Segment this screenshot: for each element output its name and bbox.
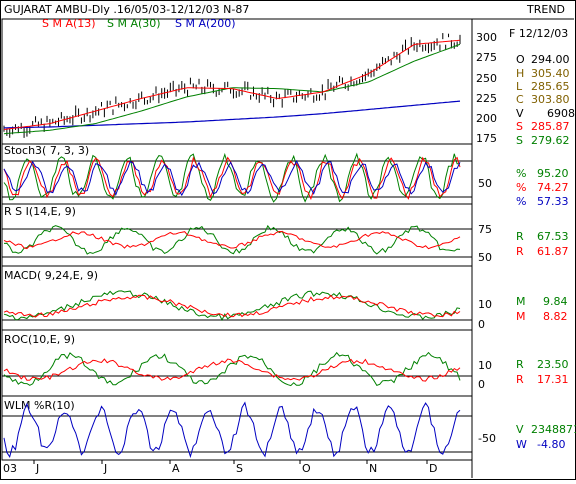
chart-canvas: GUJARAT AMBU-Dly .16/05/03-12/12/03 N-87… [0, 0, 576, 480]
roc-signal-line [3, 358, 461, 382]
xtick-label: O [302, 462, 311, 475]
roc-signal-value: 17.31 [537, 373, 569, 386]
xtick-label: 03 [3, 462, 17, 475]
rsi-value: 67.53 [537, 230, 569, 243]
readout-key-sma30: S [516, 134, 523, 147]
technical-chart: GUJARAT AMBU-Dly .16/05/03-12/12/03 N-87… [0, 0, 576, 480]
macd-ytick: 0 [478, 318, 485, 331]
price-ytick: 250 [476, 72, 497, 85]
xtick-label: J [103, 462, 107, 475]
xtick-label: J [35, 462, 39, 475]
rsi-title: R S I(14,E, 9) [4, 205, 76, 218]
macd-title: MACD( 9,24,E, 9) [4, 269, 98, 282]
wlm-title: WLM %R(10) [4, 399, 75, 412]
stoch-title: Stoch3( 7, 3, 3) [4, 144, 89, 157]
stoch-slow-line [3, 159, 461, 197]
legend-sma200: S M A(200) [175, 17, 236, 30]
price-ytick: 200 [476, 112, 497, 125]
stoch-key-slow: % [516, 195, 526, 208]
roc-key: R [516, 358, 524, 371]
roc-ytick: 0 [478, 378, 485, 391]
readout-close: 303.80 [531, 93, 570, 106]
rsi-line [3, 224, 461, 255]
stoch-key-d: % [516, 181, 526, 194]
price-ytick: 225 [476, 92, 497, 105]
price-ytick: 300 [476, 31, 497, 44]
stoch-value-d: 74.27 [537, 181, 569, 194]
trend-label: TREND [526, 3, 565, 16]
legend-sma30: S M A(30) [107, 17, 161, 30]
rsi-key: R [516, 230, 524, 243]
readout-open: 294.00 [531, 53, 570, 66]
stoch-value-slow: 57.33 [537, 195, 569, 208]
macd-signal-value: 8.82 [543, 310, 568, 323]
wlm-r-key: W [516, 438, 527, 451]
roc-value: 23.50 [537, 358, 569, 371]
readout-key-low: L [516, 80, 523, 93]
wlm-r-value: -4.80 [537, 438, 565, 451]
macd-signal-line [3, 294, 461, 318]
rsi-signal-key: R [516, 245, 524, 258]
wlm-volume-value: 2348871 [531, 423, 576, 436]
rsi-ytick: 75 [478, 223, 492, 236]
wlm-volume-key: V [516, 423, 524, 436]
wlm-ytick: -50 [478, 432, 496, 445]
readout-date: F 12/12/03 [509, 27, 568, 40]
readout-key-sma13: S [516, 120, 523, 133]
price-panel-frame [1, 18, 473, 145]
rsi-signal-value: 61.87 [537, 245, 569, 258]
macd-value: 9.84 [543, 295, 568, 308]
readout-key-open: O [516, 53, 525, 66]
xtick-label: N [369, 462, 377, 475]
readout-volume: 6908 [547, 107, 575, 120]
legend-sma13: S M A(13) [42, 17, 96, 30]
roc-title: ROC(10,E, 9) [4, 333, 75, 346]
readout-high: 305.40 [531, 67, 570, 80]
xtick-label: S [236, 462, 243, 475]
readout-key-volume: V [516, 107, 524, 120]
readout-sma30: 279.62 [531, 134, 570, 147]
readout-sma13: 285.87 [531, 120, 570, 133]
plot-layer [3, 33, 461, 459]
macd-ytick: 10 [478, 298, 492, 311]
readout-key-high: H [516, 67, 524, 80]
rsi-ytick: 50 [478, 251, 492, 264]
readout-key-close: C [516, 93, 524, 106]
roc-signal-key: R [516, 373, 524, 386]
readout-low: 285.65 [531, 80, 570, 93]
price-ytick: 175 [476, 132, 497, 145]
stoch-key-k: % [516, 167, 526, 180]
price-ytick: 275 [476, 51, 497, 64]
stoch-value-k: 95.20 [537, 167, 569, 180]
xtick-label: A [172, 462, 180, 475]
stoch-ytick: 50 [478, 177, 492, 190]
macd-signal-key: M [516, 310, 526, 323]
roc-ytick: 10 [478, 359, 492, 372]
macd-key: M [516, 295, 526, 308]
macd-line [3, 290, 461, 322]
xtick-label: D [429, 462, 437, 475]
chart-title: GUJARAT AMBU-Dly .16/05/03-12/12/03 N-87 [4, 3, 249, 16]
